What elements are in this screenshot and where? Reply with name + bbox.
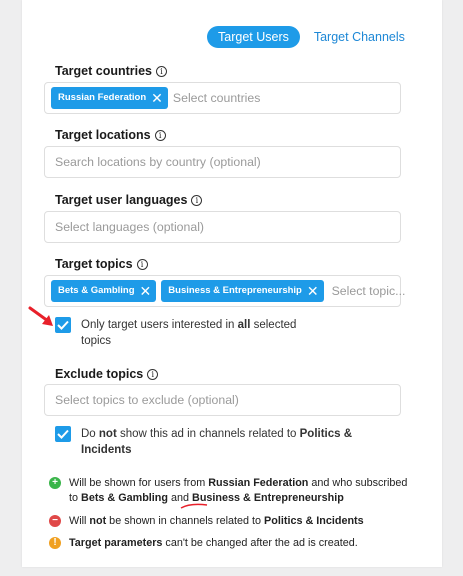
tab-target-channels[interactable]: Target Channels	[303, 26, 416, 48]
notice-not-shown-middle: be shown in channels related to	[106, 515, 265, 527]
notice-shown-topic2: Business & Entrepreneurship	[192, 492, 344, 504]
notice-shown-country: Russian Federation	[208, 477, 309, 489]
checkmark-icon	[57, 320, 69, 330]
target-locations-label: Target locations i	[55, 128, 166, 142]
notice-shown-text: Will be shown for users from Russian Fed…	[69, 476, 409, 506]
country-chip: Russian Federation ✕	[51, 87, 168, 109]
topic-chip: Bets & Gambling ✕	[51, 280, 157, 302]
countries-select[interactable]: Russian Federation ✕ Select countries	[44, 82, 401, 114]
checkmark-icon	[57, 429, 69, 439]
info-icon[interactable]: i	[156, 65, 168, 77]
remove-chip-icon[interactable]: ✕	[307, 280, 319, 302]
target-locations-label-text: Target locations	[55, 128, 151, 142]
target-topics-label-text: Target topics	[55, 257, 133, 271]
countries-placeholder: Select countries	[172, 91, 261, 105]
remove-chip-icon[interactable]: ✕	[140, 280, 152, 302]
topic-chip-label: Bets & Gambling	[58, 285, 135, 296]
country-chip-label: Russian Federation	[58, 92, 147, 103]
notice-not-shown-prefix: Will	[69, 515, 90, 527]
dont-show-text-not: not	[98, 428, 117, 440]
only-interested-row[interactable]: Only target users interested in all sele…	[55, 317, 315, 349]
languages-select[interactable]: Select languages (optional)	[44, 211, 401, 243]
info-icon[interactable]: i	[191, 194, 203, 206]
notice-warning-bold: Target parameters	[69, 537, 163, 549]
tab-target-users[interactable]: Target Users	[207, 26, 300, 48]
exclude-topics-label-text: Exclude topics	[55, 367, 144, 381]
target-languages-label-text: Target user languages	[55, 193, 188, 207]
dont-show-row[interactable]: Do not show this ad in channels related …	[55, 426, 375, 458]
topics-placeholder: Select topic...	[331, 284, 406, 298]
topic-chip: Business & Entrepreneurship ✕	[161, 280, 324, 302]
dont-show-text-before: Do	[81, 428, 99, 440]
notice-not-shown: − Will not be shown in channels related …	[49, 514, 409, 529]
locations-placeholder: Search locations by country (optional)	[55, 155, 261, 169]
plus-icon: +	[49, 477, 61, 489]
info-icon[interactable]: i	[147, 368, 159, 380]
topic-chip-label: Business & Entrepreneurship	[168, 285, 302, 296]
target-countries-label: Target countries i	[55, 64, 168, 78]
notice-shown: + Will be shown for users from Russian F…	[49, 476, 409, 506]
exclude-topics-label: Exclude topics i	[55, 367, 159, 381]
minus-icon: −	[49, 515, 61, 527]
only-interested-text-bold: all	[237, 319, 251, 331]
exclamation-icon: !	[49, 537, 61, 549]
exclude-topics-placeholder: Select topics to exclude (optional)	[55, 393, 239, 407]
notice-shown-prefix: Will be shown for users from	[69, 477, 209, 489]
notice-warning: ! Target parameters can't be changed aft…	[49, 536, 409, 551]
only-interested-text-before: Only target users interested in	[81, 319, 238, 331]
dont-show-text-middle: show this ad in channels related to	[116, 428, 300, 440]
remove-chip-icon[interactable]: ✕	[151, 87, 163, 109]
target-languages-label: Target user languages i	[55, 193, 203, 207]
notice-not-shown-topic: Politics & Incidents	[264, 515, 364, 527]
target-tabs: Target Users Target Channels	[207, 26, 416, 48]
notice-not-shown-text: Will not be shown in channels related to…	[69, 514, 364, 529]
dont-show-checkbox[interactable]	[55, 426, 71, 442]
languages-placeholder: Select languages (optional)	[55, 220, 205, 234]
locations-search-input[interactable]: Search locations by country (optional)	[44, 146, 401, 178]
topics-select[interactable]: Bets & Gambling ✕ Business & Entrepreneu…	[44, 275, 405, 307]
target-countries-label-text: Target countries	[55, 64, 153, 78]
only-interested-checkbox[interactable]	[55, 317, 71, 333]
exclude-topics-select[interactable]: Select topics to exclude (optional)	[44, 384, 401, 416]
notice-shown-topic1: Bets & Gambling	[81, 492, 169, 504]
ad-targeting-card: Target Users Target Channels Target coun…	[22, 0, 442, 567]
dont-show-text: Do not show this ad in channels related …	[81, 426, 375, 458]
info-icon[interactable]: i	[154, 129, 166, 141]
info-icon[interactable]: i	[136, 258, 148, 270]
notice-not-shown-not: not	[89, 515, 107, 527]
notice-warning-rest: can't be changed after the ad is created…	[162, 537, 358, 549]
target-topics-label: Target topics i	[55, 257, 148, 271]
annotation-underline	[180, 503, 208, 509]
annotation-arrow-icon	[28, 306, 53, 326]
only-interested-text: Only target users interested in all sele…	[81, 317, 315, 349]
notice-warning-text: Target parameters can't be changed after…	[69, 536, 358, 551]
